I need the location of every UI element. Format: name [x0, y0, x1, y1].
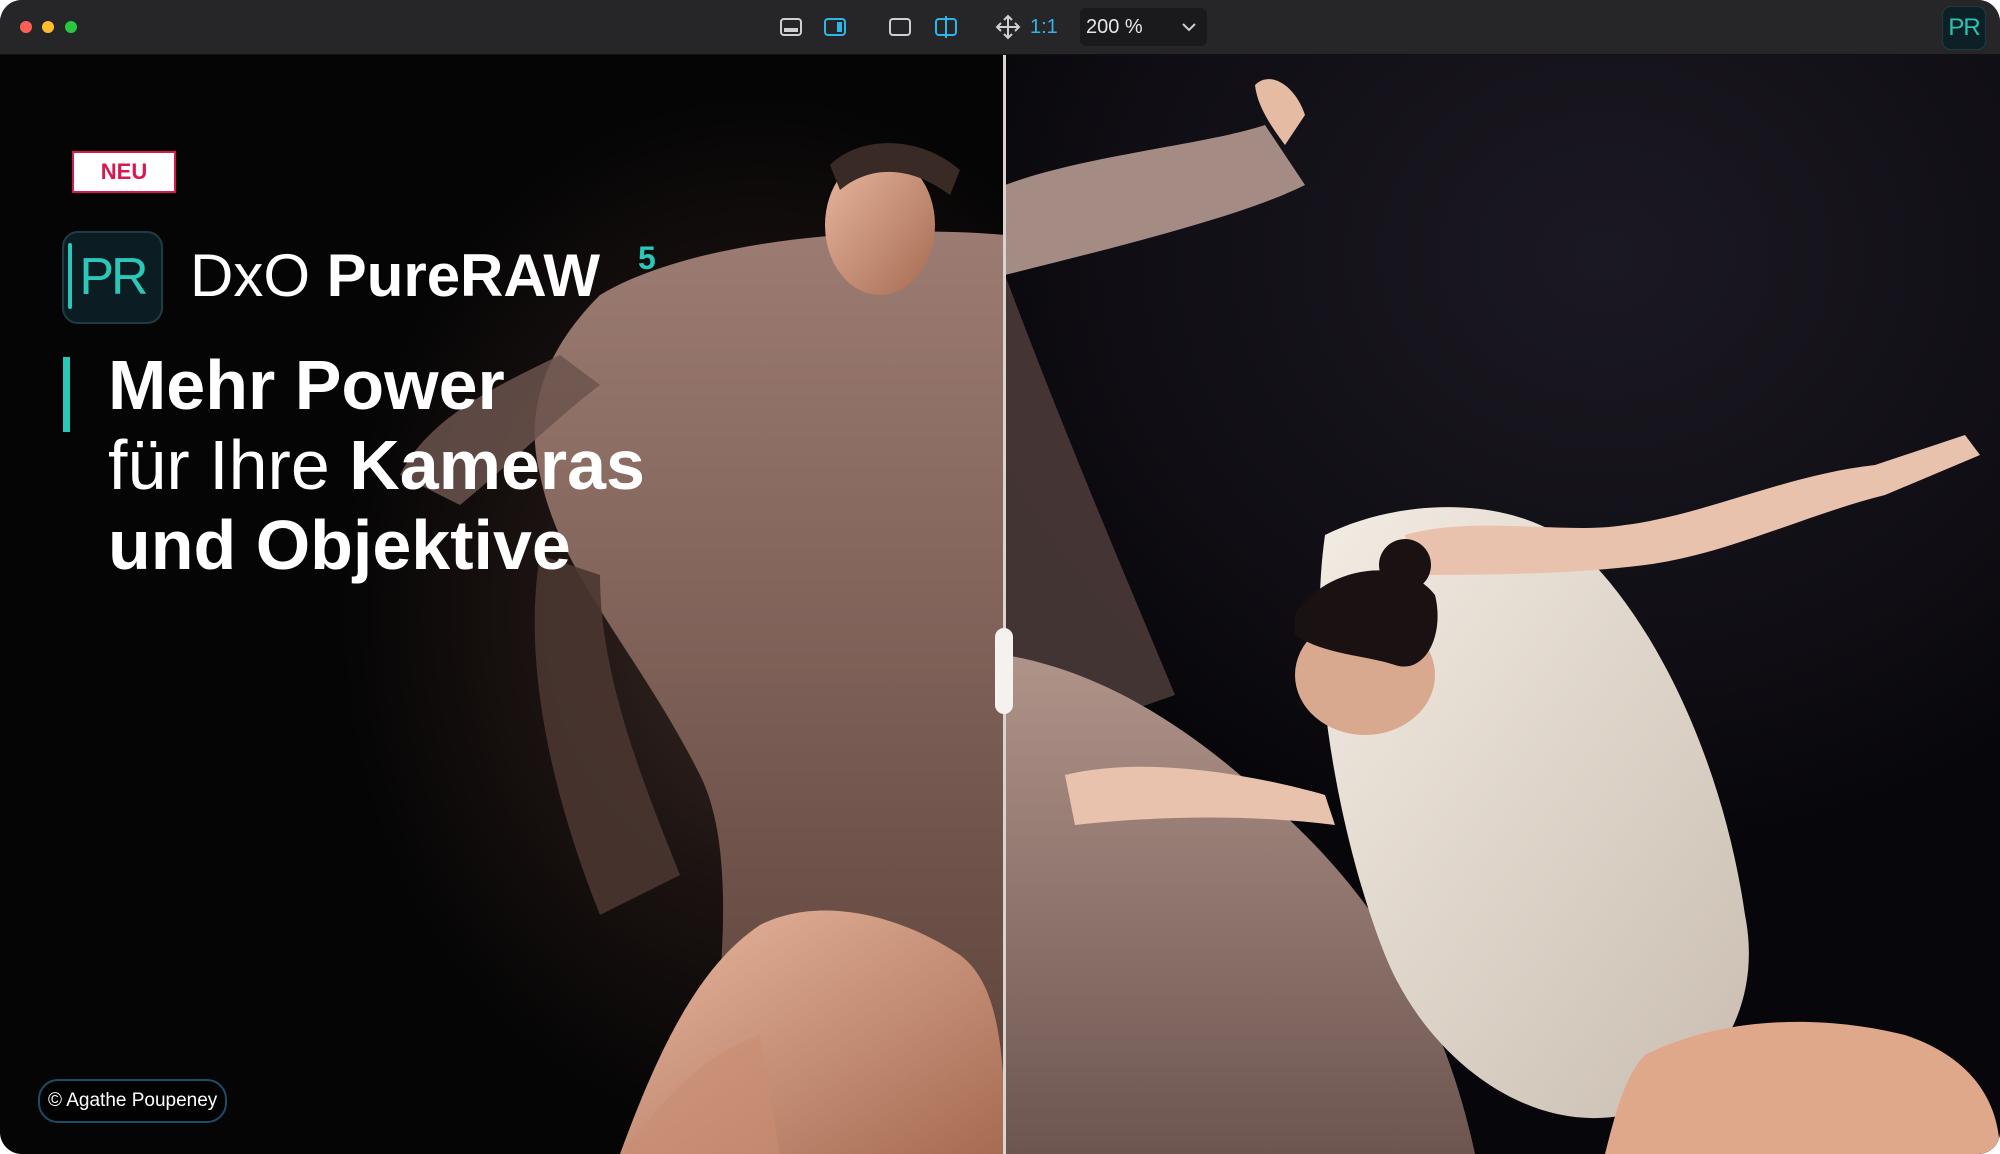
move-icon[interactable] — [994, 13, 1022, 41]
zoom-window-button[interactable] — [65, 21, 77, 33]
brand-prefix: DxO — [190, 242, 310, 309]
brand-title: DxO PureRAW 5 — [190, 240, 656, 311]
headline-line-3: und Objektive — [108, 506, 571, 584]
chevron-down-icon — [1182, 23, 1196, 32]
app-window: 1:1 200 % PR NEU PR DxO PureRAW 5 Mehr P… — [0, 0, 2000, 1154]
headline: Mehr Power für Ihre Kameras und Objektiv… — [108, 345, 645, 585]
zoom-1-1-button[interactable]: 1:1 — [1030, 14, 1058, 40]
minimize-window-button[interactable] — [42, 21, 54, 33]
photo-viewer: NEU PR DxO PureRAW 5 Mehr Power für Ihre… — [0, 55, 2000, 1154]
zoom-value: 200 % — [1086, 16, 1143, 38]
single-view-icon[interactable] — [886, 13, 914, 41]
brand-product: PureRAW — [326, 242, 601, 309]
photo-original-half — [1005, 55, 2000, 1154]
pureraw-logo: PR — [62, 231, 163, 324]
new-badge: NEU — [72, 151, 176, 193]
panel-bottom-icon[interactable] — [777, 13, 805, 41]
zoom-select[interactable]: 200 % — [1080, 8, 1207, 46]
brand-version: 5 — [638, 240, 656, 276]
dancer-figure-right — [1005, 79, 2000, 1154]
dancer-figure-left — [400, 143, 1005, 1154]
headline-accent-bar — [63, 357, 70, 432]
panel-right-icon[interactable] — [821, 13, 849, 41]
headline-line-2: für Ihre Kameras — [108, 426, 645, 504]
pureraw-app-icon: PR — [1942, 6, 1986, 50]
title-bar: 1:1 200 % PR — [0, 0, 2000, 55]
close-window-button[interactable] — [20, 21, 32, 33]
photo-processed-half — [0, 55, 1005, 1154]
comparison-divider-handle[interactable] — [995, 628, 1013, 714]
headline-line-1: Mehr Power — [108, 346, 505, 424]
comparison-divider[interactable] — [1003, 55, 1006, 1154]
split-view-icon[interactable] — [932, 13, 960, 41]
photo-credit: © Agathe Poupeney — [38, 1079, 228, 1123]
